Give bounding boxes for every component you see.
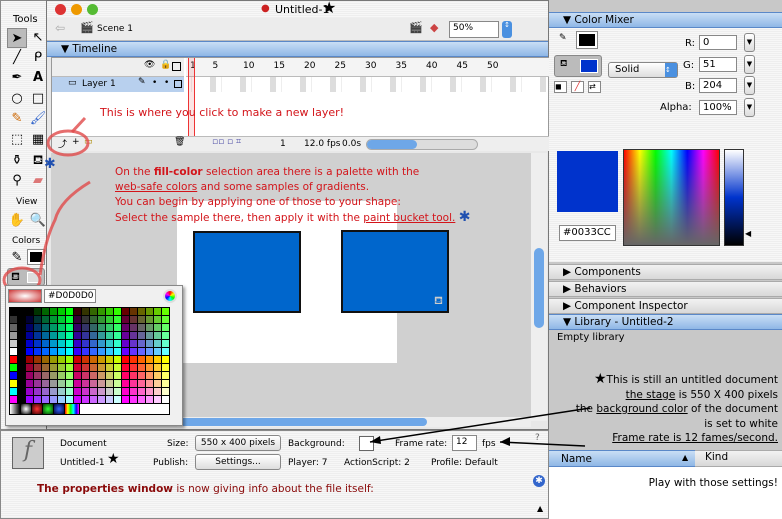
annotation-arrows <box>369 407 591 447</box>
